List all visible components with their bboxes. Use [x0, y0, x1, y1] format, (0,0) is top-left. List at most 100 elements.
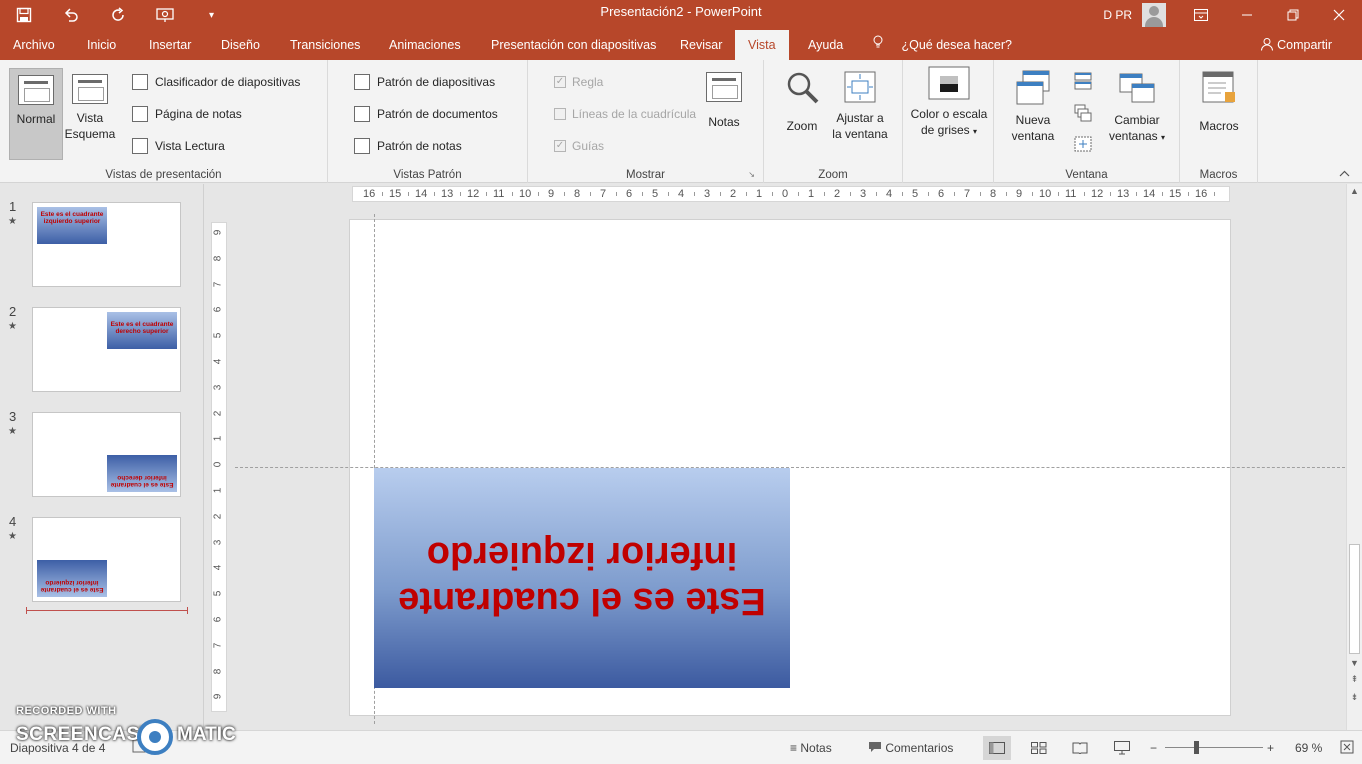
notes-master-icon — [354, 138, 370, 154]
arrange-all-icon[interactable] — [1074, 72, 1092, 95]
slide-thumbnail-3[interactable]: Este es el cuadrante inferior derecho — [32, 412, 181, 497]
slide-master-icon — [354, 74, 370, 90]
next-slide-icon[interactable]: ⇟ — [1347, 692, 1362, 703]
horizontal-ruler: 16 15 14 13 12 11 10 9 8 7 6 5 4 3 2 1 0 1 2 3 4 5 6 7 8 9 10 11 12 1… — [352, 186, 1230, 202]
tab-revisar[interactable]: Revisar — [667, 30, 735, 60]
zoom-button[interactable]: Zoom — [782, 70, 822, 134]
dropdown-icon: ▾ — [1161, 133, 1166, 142]
color-grayscale-icon — [928, 66, 970, 100]
slide-master-label: Patrón de diapositivas — [377, 75, 496, 89]
ruler-label: 2 — [212, 513, 224, 520]
tab-transiciones[interactable]: Transiciones — [277, 30, 373, 60]
color-label-1: Color o escala — [910, 107, 988, 121]
ruler-tick — [1214, 192, 1215, 196]
notes-status-button[interactable]: ≡ Notas — [790, 731, 832, 764]
zoom-level[interactable]: 69 % — [1295, 731, 1322, 764]
ruler-label: 6 — [938, 188, 945, 200]
vertical-scrollbar[interactable]: ▲ ▼ ⇞ ⇟ — [1346, 184, 1362, 730]
restore-icon[interactable] — [1270, 0, 1316, 30]
textbox-text[interactable]: Este es el cuadrante inferior izquierdo — [374, 468, 790, 688]
switch-label-1: Cambiar — [1114, 113, 1160, 127]
ruler-tick — [720, 192, 721, 196]
new-window-label-1: Nueva — [1015, 113, 1051, 127]
ruler-tick — [1084, 192, 1085, 196]
zoom-slider-track[interactable] — [1165, 747, 1263, 748]
ruler-tick — [408, 192, 409, 196]
thumb-textbox: Este es el cuadrante derecho superior — [107, 312, 177, 349]
scroll-up-icon[interactable]: ▲ — [1347, 186, 1362, 196]
save-icon[interactable] — [0, 0, 47, 30]
share-button[interactable]: Compartir — [1260, 30, 1332, 60]
tab-ayuda[interactable]: Ayuda — [795, 30, 856, 60]
switch-windows-icon — [1119, 70, 1155, 106]
collapse-ribbon-icon[interactable] — [1339, 168, 1350, 180]
outline-view-button[interactable]: Vista Esquema — [63, 74, 117, 142]
tab-archivo[interactable]: Archivo — [0, 30, 68, 60]
ruler-tick — [1188, 192, 1189, 196]
reading-view-status-icon[interactable] — [1066, 736, 1094, 760]
group-label: Vistas de presentación — [105, 169, 222, 181]
fit-to-window-button[interactable]: Ajustar a la ventana — [832, 70, 888, 142]
slide-thumbnail-pane[interactable]: 1 ★ Este es el cuadrante izquierdo super… — [0, 184, 204, 730]
minimize-icon[interactable] — [1224, 0, 1270, 30]
thumb-textbox: Este es el cuadrante inferior izquierdo — [37, 560, 107, 597]
fit-slide-icon[interactable] — [1340, 731, 1354, 764]
undo-icon[interactable] — [47, 0, 94, 30]
ruler-label: 15 — [389, 188, 402, 200]
cascade-icon[interactable] — [1074, 104, 1092, 127]
slide-thumbnail-4[interactable]: Este es el cuadrante inferior izquierdo — [32, 517, 181, 602]
tab-diseno[interactable]: Diseño — [208, 30, 273, 60]
redo-icon[interactable] — [94, 0, 141, 30]
tab-insertar[interactable]: Insertar — [136, 30, 204, 60]
zoom-out-button[interactable]: − — [1150, 731, 1157, 764]
sorter-view-status-icon[interactable] — [1025, 736, 1053, 760]
unchecked-icon — [554, 108, 566, 120]
tell-me-search[interactable]: ¿Qué desea hacer? — [872, 30, 1012, 60]
ruler-checkbox[interactable]: ✓ Regla — [554, 71, 603, 93]
gridlines-checkbox[interactable]: Líneas de la cuadrícula — [554, 103, 696, 125]
tab-presentacion[interactable]: Presentación con diapositivas — [478, 30, 669, 60]
ruler-label: 6 — [626, 188, 633, 200]
reading-view-button[interactable]: Vista Lectura — [132, 135, 225, 157]
notes-button[interactable]: Notas — [706, 72, 742, 130]
tab-inicio[interactable]: Inicio — [74, 30, 129, 60]
slideshow-view-status-icon[interactable] — [1108, 736, 1136, 760]
close-icon[interactable] — [1316, 0, 1362, 30]
normal-view-button[interactable]: Normal — [9, 68, 63, 160]
dialog-launcher-icon[interactable]: ↘ — [748, 170, 755, 179]
zoom-slider-thumb[interactable] — [1194, 741, 1199, 754]
present-icon[interactable] — [141, 0, 188, 30]
tab-animaciones[interactable]: Animaciones — [376, 30, 474, 60]
move-split-icon[interactable] — [1074, 136, 1092, 159]
slide-sorter-button[interactable]: Clasificador de diapositivas — [132, 71, 300, 93]
notes-page-button[interactable]: Página de notas — [132, 103, 242, 125]
zoom-in-button[interactable]: + — [1267, 731, 1274, 764]
handout-master-button[interactable]: Patrón de documentos — [354, 103, 498, 125]
user-name[interactable]: D PR — [1103, 8, 1132, 22]
ruler-label: 1 — [212, 487, 224, 494]
slide-edit-area[interactable]: 16 15 14 13 12 11 10 9 8 7 6 5 4 3 2 1 0 1 2 3 4 5 6 7 8 9 10 11 12 1… — [205, 184, 1346, 730]
normal-view-status-icon[interactable] — [983, 736, 1011, 760]
color-grayscale-button[interactable]: Color o escala de grises ▾ — [907, 66, 991, 140]
tab-vista[interactable]: Vista — [735, 30, 789, 60]
comments-status-button[interactable]: Comentarios — [868, 731, 953, 764]
outline-view-icon — [72, 74, 108, 104]
slide-textbox[interactable]: Este es el cuadrante inferior izquierdo — [374, 468, 790, 688]
guides-checkbox[interactable]: ✓ Guías — [554, 135, 604, 157]
scroll-thumb[interactable] — [1349, 544, 1360, 654]
slide-master-button[interactable]: Patrón de diapositivas — [354, 71, 495, 93]
ruler-tick — [772, 192, 773, 196]
macros-button[interactable]: Macros — [1194, 70, 1244, 134]
ruler-tick — [564, 192, 565, 196]
new-window-button[interactable]: Nueva ventana — [1008, 70, 1058, 144]
slide-thumbnail-1[interactable]: Este es el cuadrante izquierdo superior — [32, 202, 181, 287]
switch-windows-button[interactable]: Cambiar ventanas ▾ — [1104, 70, 1170, 146]
slide-thumbnail-2[interactable]: Este es el cuadrante derecho superior — [32, 307, 181, 392]
previous-slide-icon[interactable]: ⇞ — [1347, 674, 1362, 685]
notes-master-button[interactable]: Patrón de notas — [354, 135, 462, 157]
slide-sorter-icon — [132, 74, 148, 90]
scroll-down-icon[interactable]: ▼ — [1347, 658, 1362, 668]
avatar[interactable] — [1142, 3, 1166, 27]
ribbon-display-icon[interactable] — [1178, 0, 1224, 30]
customize-icon[interactable]: ▾ — [188, 0, 235, 30]
